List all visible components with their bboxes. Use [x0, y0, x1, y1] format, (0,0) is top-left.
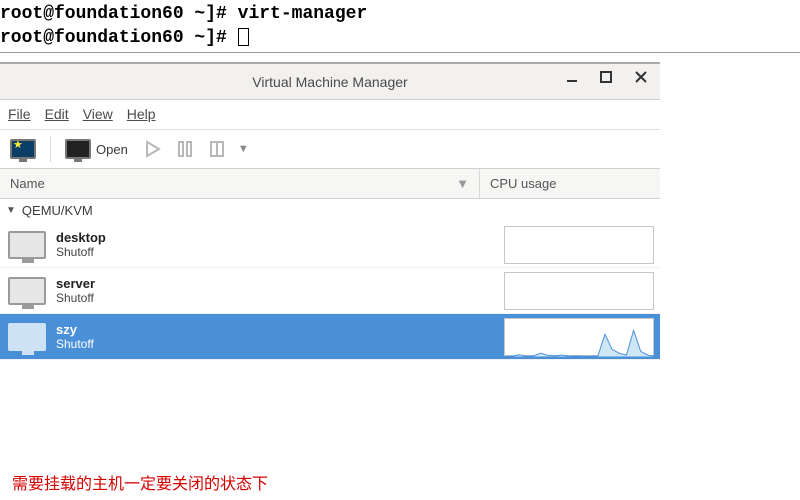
- window-title: Virtual Machine Manager: [0, 74, 660, 90]
- annotation-text: 需要挂载的主机一定要关闭的状态下: [6, 464, 274, 500]
- vm-name: server: [56, 276, 476, 291]
- open-console-icon: [65, 139, 91, 159]
- vm-state: Shutoff: [56, 337, 476, 351]
- sort-indicator-icon: ▼: [456, 176, 469, 191]
- virt-manager-window: Virtual Machine Manager File Edit View H…: [0, 62, 660, 360]
- connection-label: QEMU/KVM: [22, 203, 93, 218]
- menubar: File Edit View Help: [0, 100, 660, 130]
- vm-monitor-icon: [8, 231, 46, 259]
- column-name-label: Name: [10, 176, 45, 191]
- vm-state: Shutoff: [56, 245, 476, 259]
- open-button[interactable]: Open: [61, 137, 132, 161]
- toolbar-separator: [50, 136, 51, 162]
- terminal-command: virt-manager: [238, 4, 368, 24]
- menu-help[interactable]: Help: [127, 106, 156, 123]
- shutdown-menu-arrow-icon[interactable]: ▼: [238, 143, 249, 155]
- vm-name: desktop: [56, 230, 476, 245]
- vm-row-szy[interactable]: szy Shutoff: [0, 314, 660, 360]
- titlebar[interactable]: Virtual Machine Manager: [0, 64, 660, 100]
- column-cpu[interactable]: CPU usage: [480, 169, 660, 198]
- terminal[interactable]: root@foundation60 ~]# virt-manager root@…: [0, 0, 800, 50]
- column-cpu-label: CPU usage: [490, 176, 556, 191]
- minimize-button[interactable]: [566, 70, 580, 84]
- cpu-sparkline: [504, 226, 654, 264]
- connection-row[interactable]: ▼ QEMU/KVM: [0, 199, 660, 222]
- window-controls: [566, 70, 648, 84]
- vm-tree: ▼ QEMU/KVM desktop Shutoff server Shutof…: [0, 199, 660, 360]
- shutdown-button[interactable]: [206, 138, 228, 160]
- terminal-prompt: root@foundation60 ~]#: [0, 4, 238, 24]
- cpu-sparkline: [504, 318, 654, 356]
- column-headers: Name ▼ CPU usage: [0, 169, 660, 199]
- terminal-prompt: root@foundation60 ~]#: [0, 28, 238, 48]
- vm-row-desktop[interactable]: desktop Shutoff: [0, 222, 660, 268]
- vm-name: szy: [56, 322, 476, 337]
- menu-edit[interactable]: Edit: [45, 106, 69, 123]
- menu-view[interactable]: View: [83, 106, 113, 123]
- terminal-cursor: [238, 28, 249, 46]
- new-vm-button[interactable]: [6, 137, 40, 161]
- toolbar: Open ▼: [0, 130, 660, 169]
- menu-file[interactable]: File: [8, 106, 31, 123]
- cpu-sparkline: [504, 272, 654, 310]
- vm-state: Shutoff: [56, 291, 476, 305]
- vm-row-server[interactable]: server Shutoff: [0, 268, 660, 314]
- divider: [0, 52, 800, 53]
- vm-monitor-icon: [8, 323, 46, 351]
- open-label: Open: [96, 142, 128, 157]
- close-button[interactable]: [634, 70, 648, 84]
- column-name[interactable]: Name ▼: [0, 169, 480, 198]
- pause-button[interactable]: [174, 138, 196, 160]
- maximize-button[interactable]: [600, 70, 614, 84]
- vm-monitor-icon: [8, 277, 46, 305]
- expander-icon[interactable]: ▼: [6, 205, 16, 216]
- new-vm-icon: [10, 139, 36, 159]
- run-button[interactable]: [142, 138, 164, 160]
